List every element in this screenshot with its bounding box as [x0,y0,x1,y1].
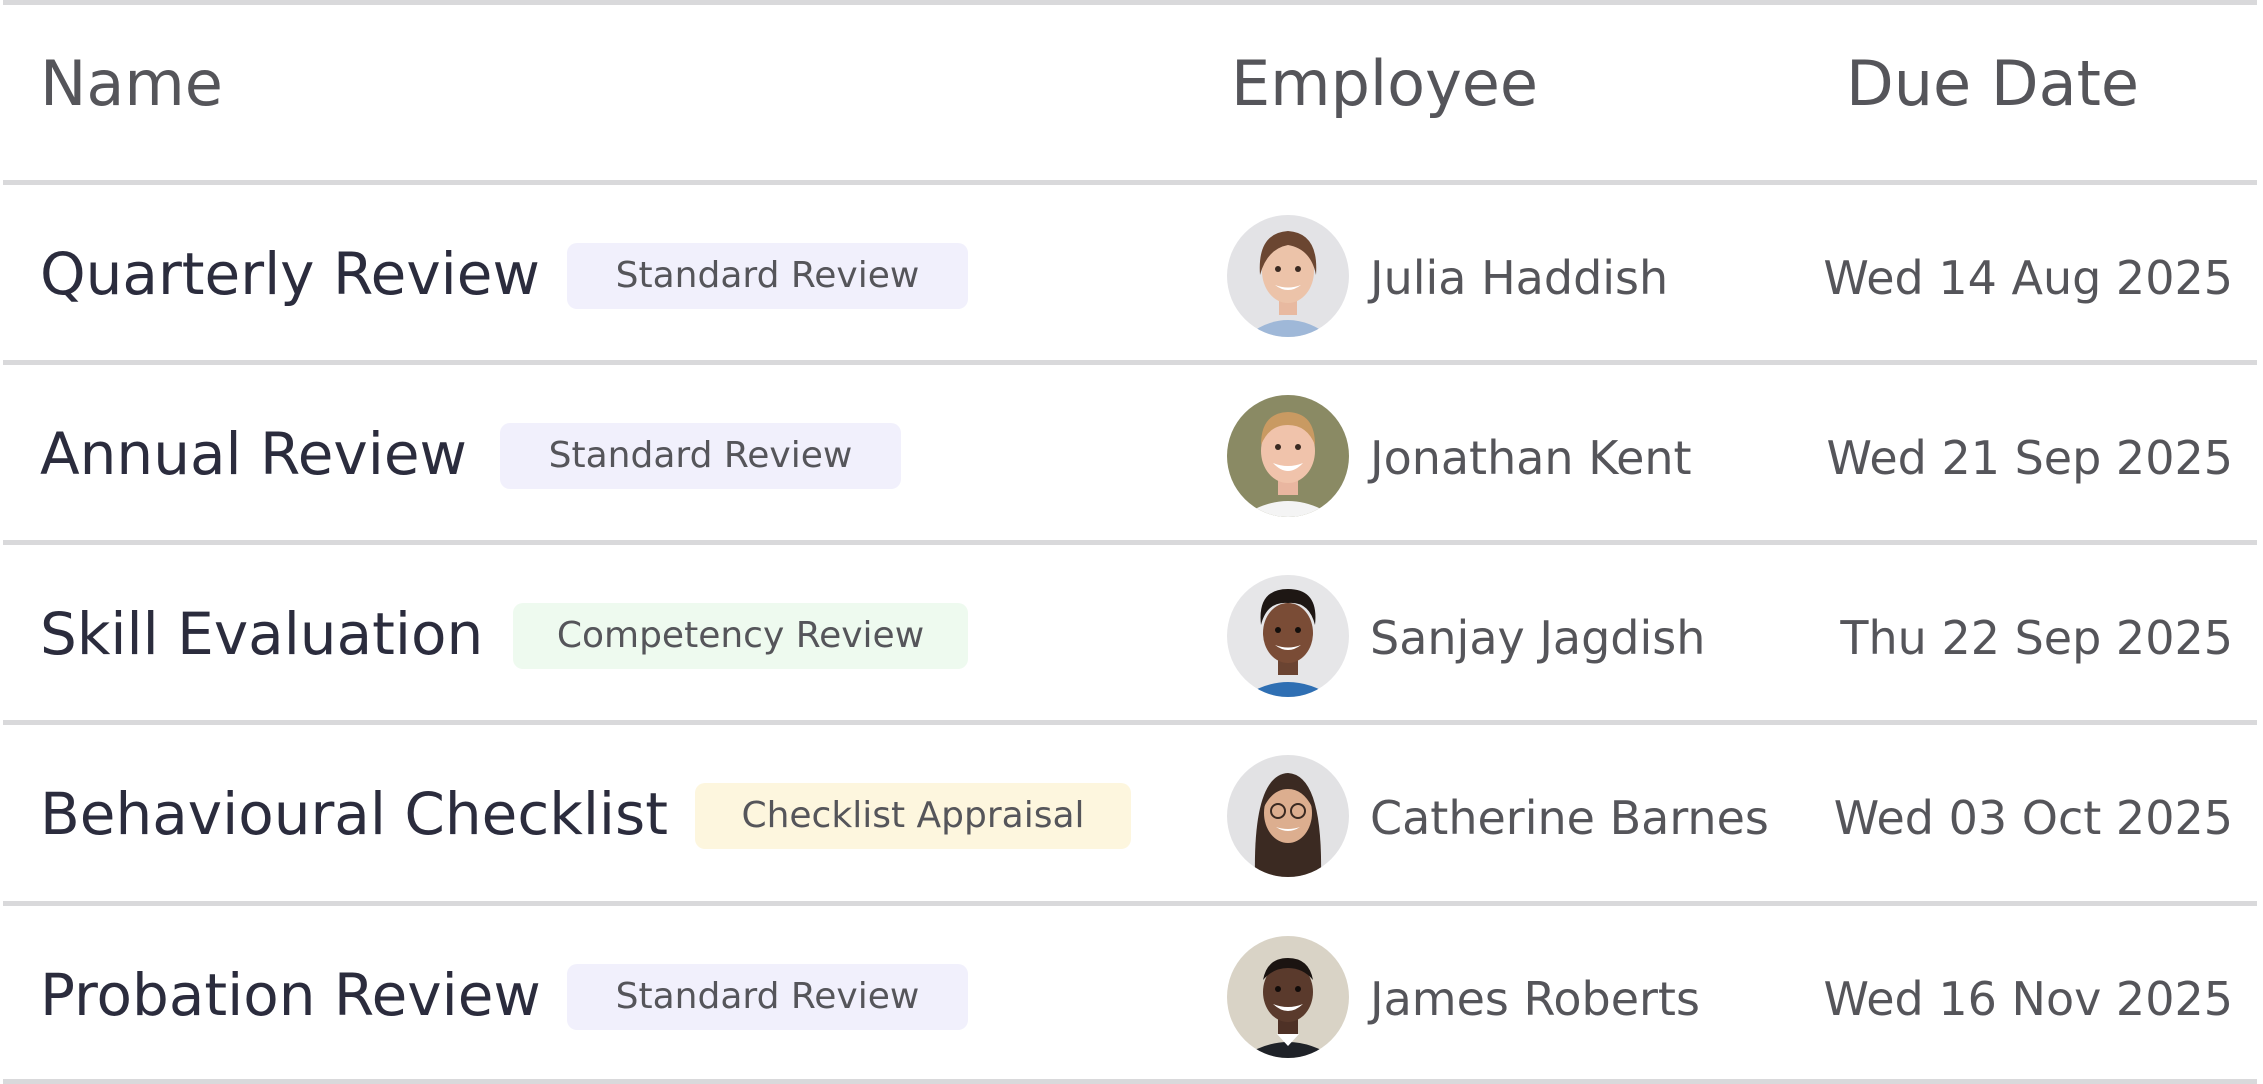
table-row[interactable]: Quarterly Review Standard Review Julia H… [0,185,2263,360]
table-row[interactable]: Probation Review Standard Review James R… [0,906,2263,1081]
table-row[interactable]: Behavioural Checklist Checklist Appraisa… [0,725,2263,900]
column-header-employee[interactable]: Employee [1231,53,1538,115]
avatar [1227,215,1349,337]
table-header: Name Employee Due Date [0,5,2263,180]
employee-name[interactable]: Catherine Barnes [1370,795,1769,841]
review-type-badge: Standard Review [567,964,968,1030]
review-name: Quarterly Review [40,240,540,308]
review-type-badge: Checklist Appraisal [695,783,1131,849]
table-row[interactable]: Skill Evaluation Competency Review Sanja… [0,545,2263,720]
due-date: Thu 22 Sep 2025 [1840,611,2233,665]
avatar [1227,395,1349,517]
employee-name[interactable]: James Roberts [1370,976,1700,1022]
avatar [1227,936,1349,1058]
due-date: Wed 16 Nov 2025 [1823,972,2233,1026]
review-name: Probation Review [40,961,541,1029]
due-date: Wed 21 Sep 2025 [1826,431,2233,485]
table-row[interactable]: Annual Review Standard Review Jonathan K… [0,365,2263,540]
employee-name[interactable]: Julia Haddish [1370,255,1668,301]
avatar [1227,755,1349,877]
employee-name[interactable]: Sanjay Jagdish [1370,615,1705,661]
column-header-name[interactable]: Name [40,53,223,115]
review-name: Behavioural Checklist [40,780,669,848]
review-type-badge: Competency Review [513,603,968,669]
due-date: Wed 03 Oct 2025 [1833,791,2233,845]
review-type-badge: Standard Review [567,243,968,309]
review-type-badge: Standard Review [500,423,901,489]
avatar [1227,575,1349,697]
column-header-due-date[interactable]: Due Date [1846,53,2139,115]
divider [3,1079,2257,1084]
employee-name[interactable]: Jonathan Kent [1370,435,1692,481]
review-name: Annual Review [40,420,467,488]
due-date: Wed 14 Aug 2025 [1823,251,2233,305]
review-name: Skill Evaluation [40,600,484,668]
